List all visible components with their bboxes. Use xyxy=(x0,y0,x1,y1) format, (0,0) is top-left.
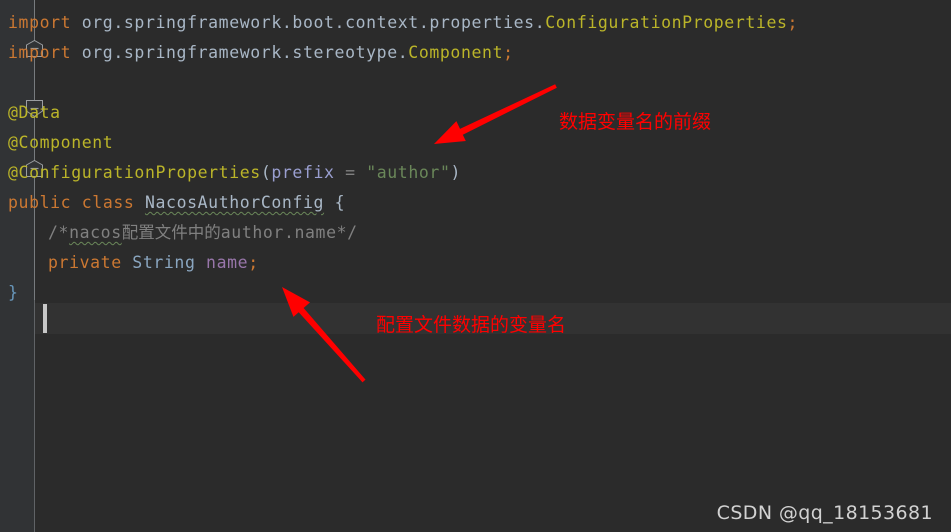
line-annotation-configurationproperties-token-4: = xyxy=(345,163,356,182)
line-annotation-configurationproperties-token-5 xyxy=(356,163,367,182)
line-field-name[interactable]: private String name; xyxy=(48,248,259,278)
line-import-component-token-3: ; xyxy=(503,43,514,62)
line-annotation-data[interactable]: @Data xyxy=(8,98,61,128)
line-comment-token-3: author.name*/ xyxy=(220,223,358,242)
arrow-to-name xyxy=(258,263,388,409)
line-import-configurationproperties-token-0: import xyxy=(8,13,72,32)
arrow-to-prefix xyxy=(410,62,580,172)
line-field-name-token-4: name xyxy=(206,253,249,272)
line-annotation-configurationproperties-token-0: @ConfigurationProperties xyxy=(8,163,261,182)
line-closing-brace[interactable]: } xyxy=(8,278,19,308)
line-comment-token-0: /* xyxy=(48,223,70,242)
line-class-declaration[interactable]: public class NacosAuthorConfig { xyxy=(8,188,345,218)
line-class-declaration-token-0: public xyxy=(8,193,72,212)
line-field-name-token-1 xyxy=(122,253,133,272)
line-annotation-component-token-0: @Component xyxy=(8,133,114,152)
line-import-component-token-0: import xyxy=(8,43,72,62)
line-import-configurationproperties-token-3: ; xyxy=(787,13,799,32)
line-field-name-token-2: String xyxy=(132,253,196,272)
line-annotation-configurationproperties-token-2: prefix xyxy=(271,163,335,182)
editor-gutter[interactable] xyxy=(0,0,34,532)
line-annotation-configurationproperties-token-1: ( xyxy=(260,163,272,182)
line-class-declaration-token-2: class xyxy=(81,193,135,212)
line-class-declaration-token-1 xyxy=(71,193,82,212)
line-field-name-token-0: private xyxy=(48,253,122,272)
line-annotation-configurationproperties-token-3 xyxy=(335,163,346,182)
line-field-name-token-3 xyxy=(196,253,207,272)
line-comment-token-1: nacos xyxy=(69,223,122,242)
line-comment-token-2: 配置文件中的 xyxy=(121,223,221,242)
annotation-prefix: 数据变量名的前缀 xyxy=(559,111,712,133)
line-import-component-token-1: org.springframework.stereotype. xyxy=(71,43,409,62)
line-class-declaration-token-5: { xyxy=(324,193,346,212)
line-import-configurationproperties[interactable]: import org.springframework.boot.context.… xyxy=(8,8,798,38)
line-import-configurationproperties-token-2: ConfigurationProperties xyxy=(545,13,788,32)
line-comment[interactable]: /*nacos配置文件中的author.name*/ xyxy=(48,218,358,248)
code-editor-screenshot: import org.springframework.boot.context.… xyxy=(0,0,951,532)
line-annotation-component[interactable]: @Component xyxy=(8,128,113,158)
csdn-watermark: CSDN @qq_18153681 xyxy=(716,502,933,524)
line-class-declaration-token-4: NacosAuthorConfig xyxy=(144,193,325,212)
line-annotation-configurationproperties[interactable]: @ConfigurationProperties(prefix = "autho… xyxy=(8,158,461,188)
line-annotation-data-token-0: @Data xyxy=(8,103,61,122)
text-caret xyxy=(43,304,47,333)
line-import-configurationproperties-token-1: org.springframework.boot.context.propert… xyxy=(71,13,546,32)
line-class-declaration-token-3 xyxy=(134,193,145,212)
line-closing-brace-token-0: } xyxy=(8,283,19,302)
line-import-component-token-2: Component xyxy=(408,43,504,62)
annotation-variable-name: 配置文件数据的变量名 xyxy=(376,314,567,336)
